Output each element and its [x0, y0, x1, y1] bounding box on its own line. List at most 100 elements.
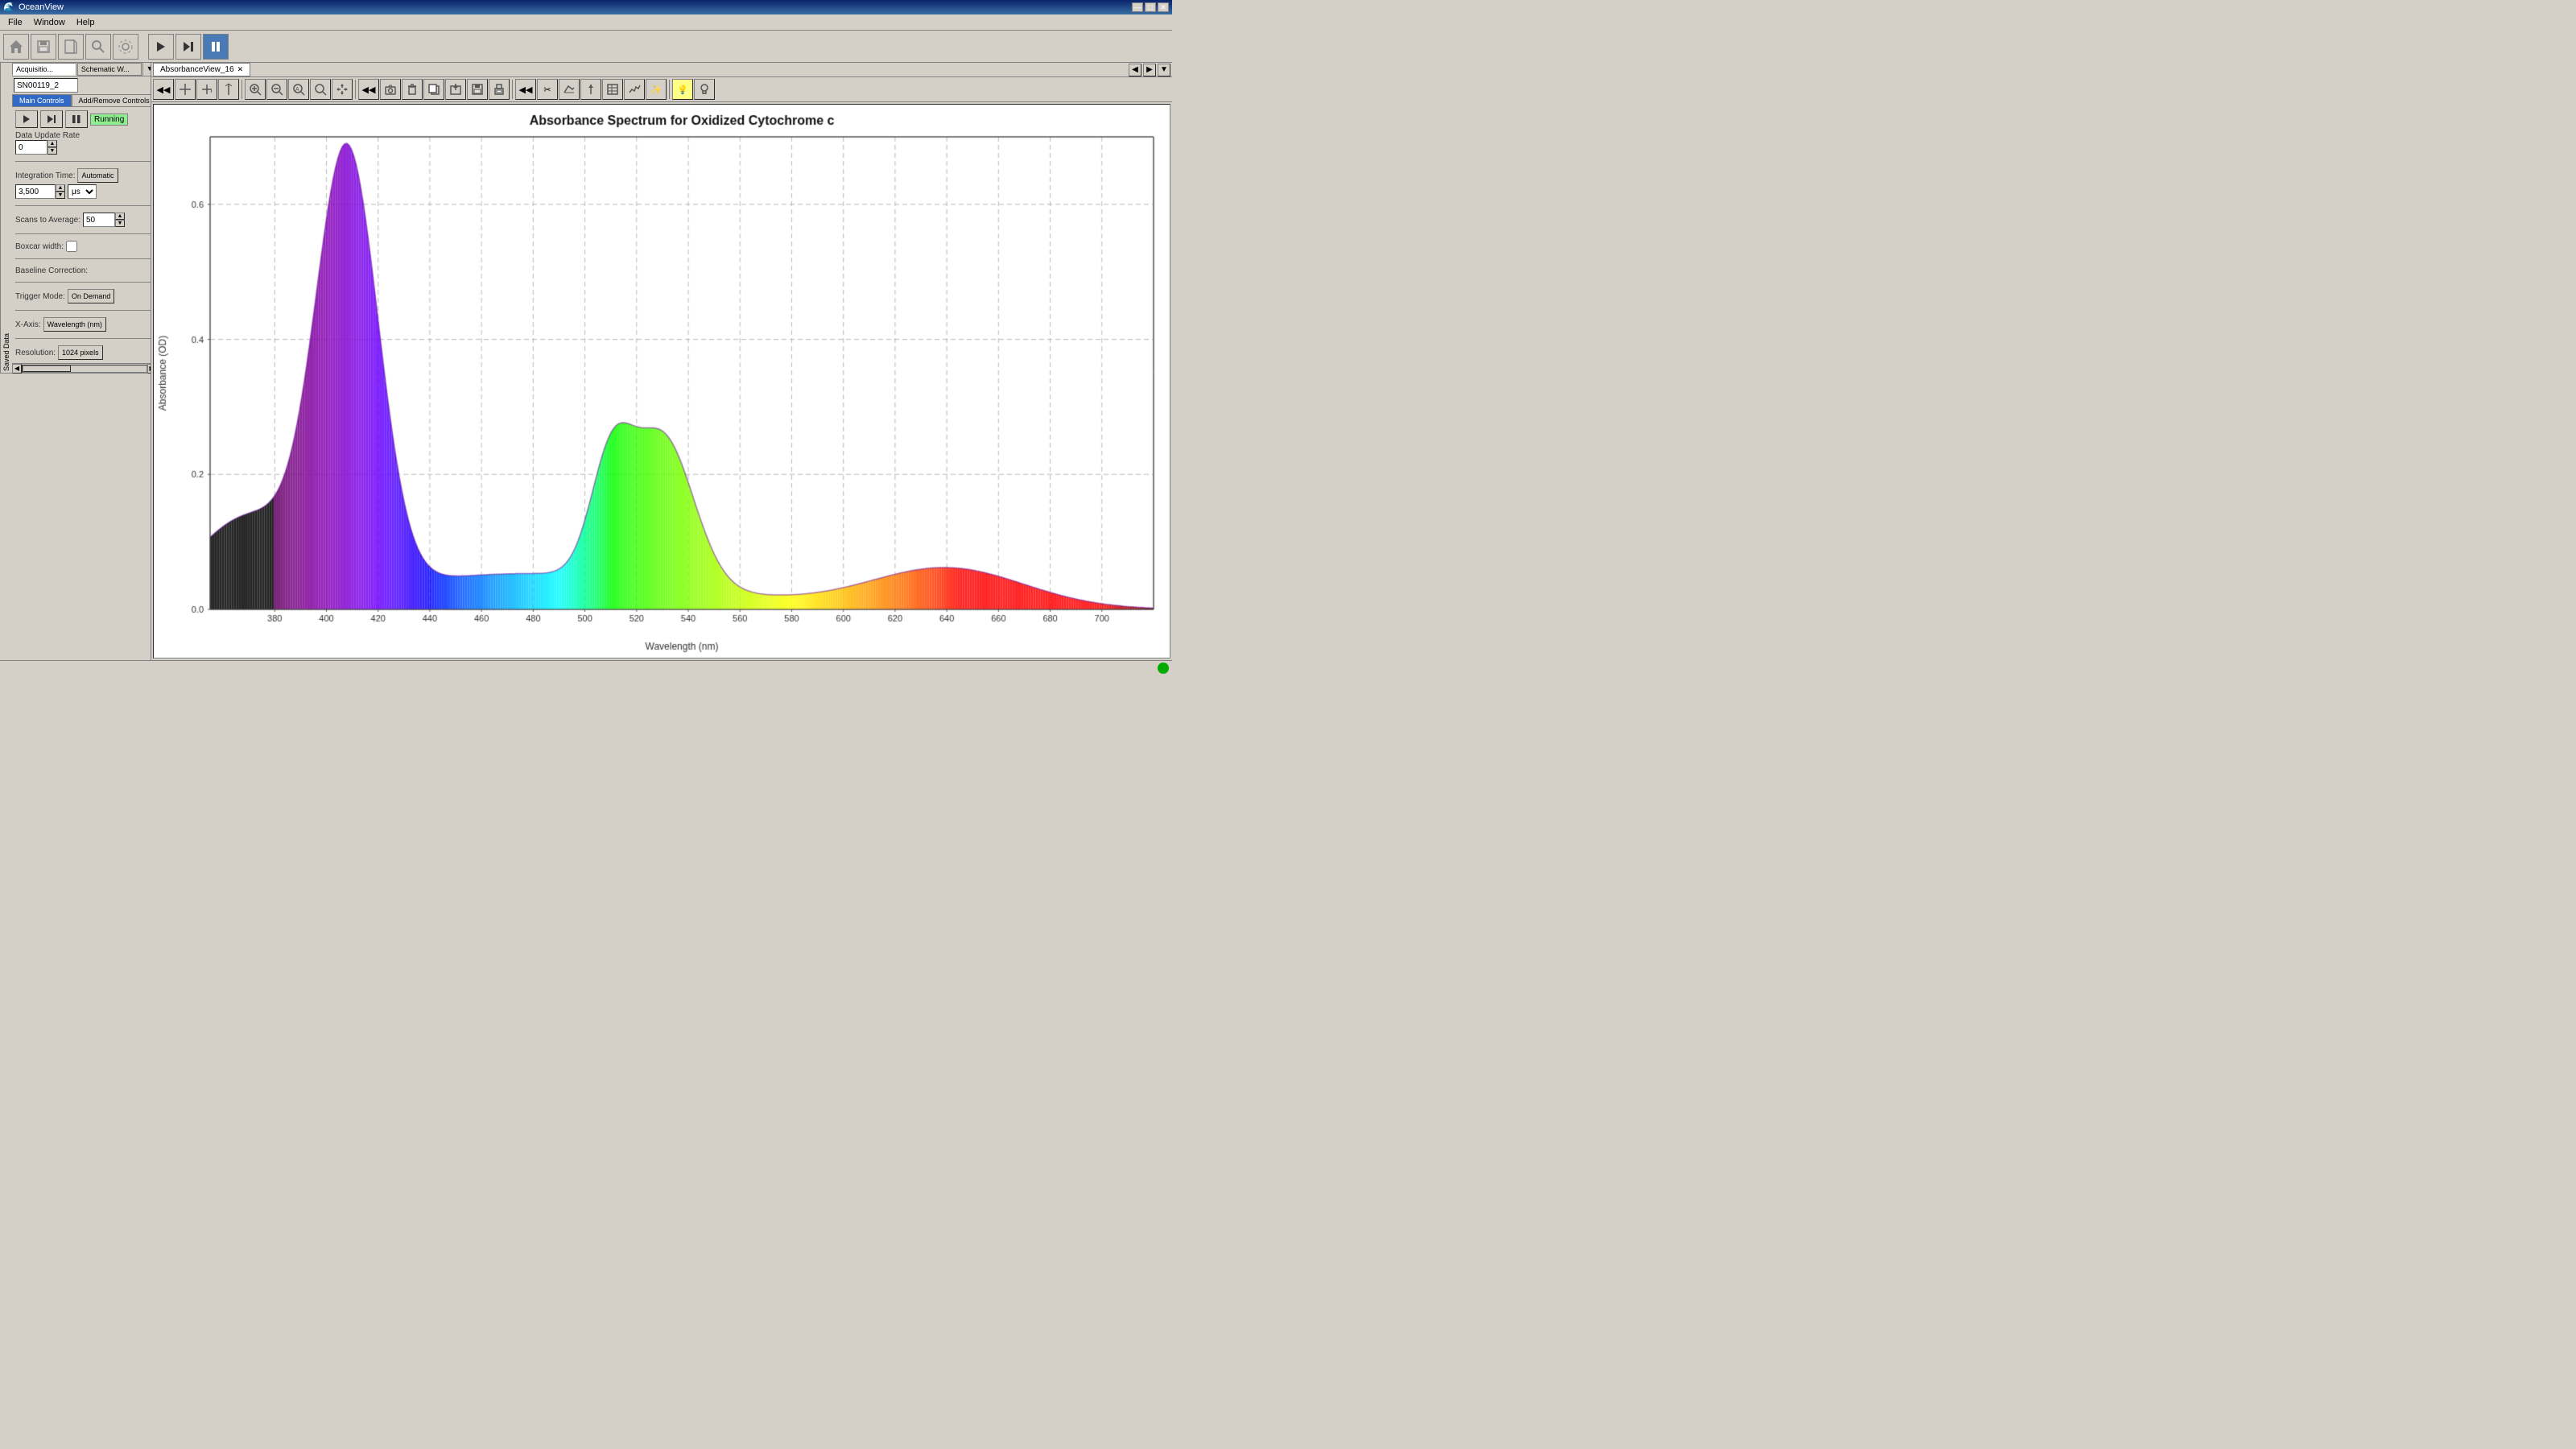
- scans-up[interactable]: ▲: [115, 213, 125, 220]
- arrow-up-button[interactable]: [580, 79, 601, 100]
- spectrum-button[interactable]: [624, 79, 645, 100]
- pan-button[interactable]: [332, 79, 353, 100]
- minimize-button[interactable]: —: [1132, 2, 1143, 12]
- export-button[interactable]: [445, 79, 466, 100]
- divider-1: [15, 161, 151, 162]
- spinner-up[interactable]: ▲: [47, 140, 57, 147]
- panel-menu-button[interactable]: ▼: [142, 63, 151, 76]
- acquisition-tab[interactable]: Acquisitio...: [12, 63, 76, 76]
- tab-menu[interactable]: ▼: [1158, 64, 1170, 76]
- search-button[interactable]: [85, 34, 111, 60]
- trigger-mode-section: Trigger Mode: On Demand: [15, 289, 151, 303]
- scroll-thumb[interactable]: [23, 365, 71, 372]
- resolution-button[interactable]: 1024 pixels: [58, 345, 103, 360]
- sparkle-button[interactable]: ✨: [646, 79, 667, 100]
- doc-tab-nav: ◀ ▶ ▼: [1129, 64, 1170, 76]
- baseline-label: Baseline Correction:: [15, 266, 88, 275]
- copy-button[interactable]: [423, 79, 444, 100]
- menu-window[interactable]: Window: [29, 16, 70, 29]
- lightbulb-on-button[interactable]: 💡: [672, 79, 693, 100]
- scans-average-label: Scans to Average:: [15, 216, 80, 225]
- scans-average-input[interactable]: [83, 213, 115, 227]
- tab-close-button[interactable]: ✕: [237, 65, 244, 74]
- trigger-mode-button[interactable]: On Demand: [68, 289, 115, 303]
- scroll-left[interactable]: ◀: [12, 364, 22, 374]
- nav-back-button[interactable]: ◀◀: [153, 79, 174, 100]
- integration-time-input[interactable]: [15, 184, 56, 199]
- left-panel: Saved Data Acquisitio... Schematic W... …: [0, 63, 151, 660]
- toolbar-sep-2: [355, 80, 356, 99]
- add-point-button[interactable]: [196, 79, 217, 100]
- zoom-fit-button[interactable]: A: [288, 79, 309, 100]
- new-button[interactable]: [58, 34, 84, 60]
- window-controls[interactable]: — □ ✕: [1132, 2, 1169, 12]
- svg-text:A: A: [295, 87, 299, 93]
- main-controls-tab[interactable]: Main Controls: [12, 94, 72, 107]
- lightbulb-off-button[interactable]: [694, 79, 715, 100]
- save-button[interactable]: [31, 34, 56, 60]
- scissor-button[interactable]: ✂: [537, 79, 558, 100]
- zoom-out-button[interactable]: [266, 79, 287, 100]
- panel-scrollbar[interactable]: ◀ ▶: [12, 363, 151, 373]
- tab-nav-left[interactable]: ◀: [1129, 64, 1141, 76]
- integration-time-down[interactable]: ▼: [56, 192, 65, 199]
- panel-play-button[interactable]: [15, 110, 38, 128]
- add-remove-controls-tab[interactable]: Add/Remove Controls: [72, 94, 151, 107]
- x-axis-button[interactable]: Wavelength (nm): [43, 317, 106, 332]
- peak-button[interactable]: [559, 79, 580, 100]
- settings-button[interactable]: [113, 34, 138, 60]
- saved-data-tab[interactable]: Saved Data: [0, 63, 12, 373]
- panel-tabs: Saved Data Acquisitio... Schematic W... …: [0, 63, 151, 374]
- spectrum-canvas[interactable]: [154, 105, 1170, 658]
- zoom-in-button[interactable]: [245, 79, 266, 100]
- divider-6: [15, 310, 151, 311]
- integration-time-section: Integration Time: Automatic ▲ ▼: [15, 168, 151, 199]
- nav-back-2-button[interactable]: ◀◀: [358, 79, 379, 100]
- data-update-rate-section: Data Update Rate ▲ ▼: [15, 131, 151, 155]
- integration-time-up[interactable]: ▲: [56, 184, 65, 192]
- playback-controls: Running: [15, 110, 151, 128]
- data-update-rate-input[interactable]: [15, 140, 47, 155]
- resolution-section: Resolution: 1024 pixels: [15, 345, 151, 360]
- maximize-button[interactable]: □: [1145, 2, 1156, 12]
- title-bar: 🌊 OceanView — □ ✕: [0, 0, 1172, 14]
- delete-button[interactable]: [402, 79, 423, 100]
- panel-controls: Running Data Update Rate ▲ ▼: [12, 107, 151, 363]
- integration-time-label: Integration Time:: [15, 171, 75, 180]
- sn-input[interactable]: [14, 78, 78, 93]
- panel-pause-button[interactable]: [65, 110, 88, 128]
- panel-step-button[interactable]: [40, 110, 63, 128]
- analysis-back-button[interactable]: ◀◀: [515, 79, 536, 100]
- menu-bar: File Window Help: [0, 14, 1172, 31]
- menu-file[interactable]: File: [3, 16, 27, 29]
- absorbance-view-tab[interactable]: AbsorbanceView_16 ✕: [153, 63, 250, 76]
- data-update-rate-spinner[interactable]: ▲ ▼: [47, 140, 57, 155]
- spinner-down[interactable]: ▼: [47, 147, 57, 155]
- menu-help[interactable]: Help: [72, 16, 100, 29]
- schematic-tab[interactable]: Schematic W...: [77, 63, 142, 76]
- save-graph-button[interactable]: [467, 79, 488, 100]
- play-button[interactable]: [148, 34, 174, 60]
- print-button[interactable]: [489, 79, 510, 100]
- home-button[interactable]: [3, 34, 29, 60]
- scans-down[interactable]: ▼: [115, 220, 125, 227]
- table-button[interactable]: [602, 79, 623, 100]
- app-icon: 🌊: [3, 2, 15, 13]
- pause-button[interactable]: [203, 34, 229, 60]
- close-button[interactable]: ✕: [1158, 2, 1169, 12]
- x-axis-label: X-Axis:: [15, 320, 41, 329]
- scroll-track[interactable]: [22, 365, 147, 373]
- graph-toolbar: ◀◀ A: [151, 77, 1172, 102]
- vertical-line-button[interactable]: [218, 79, 239, 100]
- automatic-button[interactable]: Automatic: [77, 168, 118, 183]
- sn-section: [12, 76, 151, 94]
- crosshair-button[interactable]: [175, 79, 196, 100]
- tab-nav-right[interactable]: ▶: [1143, 64, 1156, 76]
- step-forward-button[interactable]: [175, 34, 201, 60]
- toolbar-sep-3: [512, 80, 513, 99]
- app-title: OceanView: [19, 2, 64, 12]
- camera-button[interactable]: [380, 79, 401, 100]
- zoom-all-button[interactable]: [310, 79, 331, 100]
- boxcar-checkbox[interactable]: [66, 241, 77, 252]
- integration-time-unit[interactable]: μs ms s: [68, 184, 97, 199]
